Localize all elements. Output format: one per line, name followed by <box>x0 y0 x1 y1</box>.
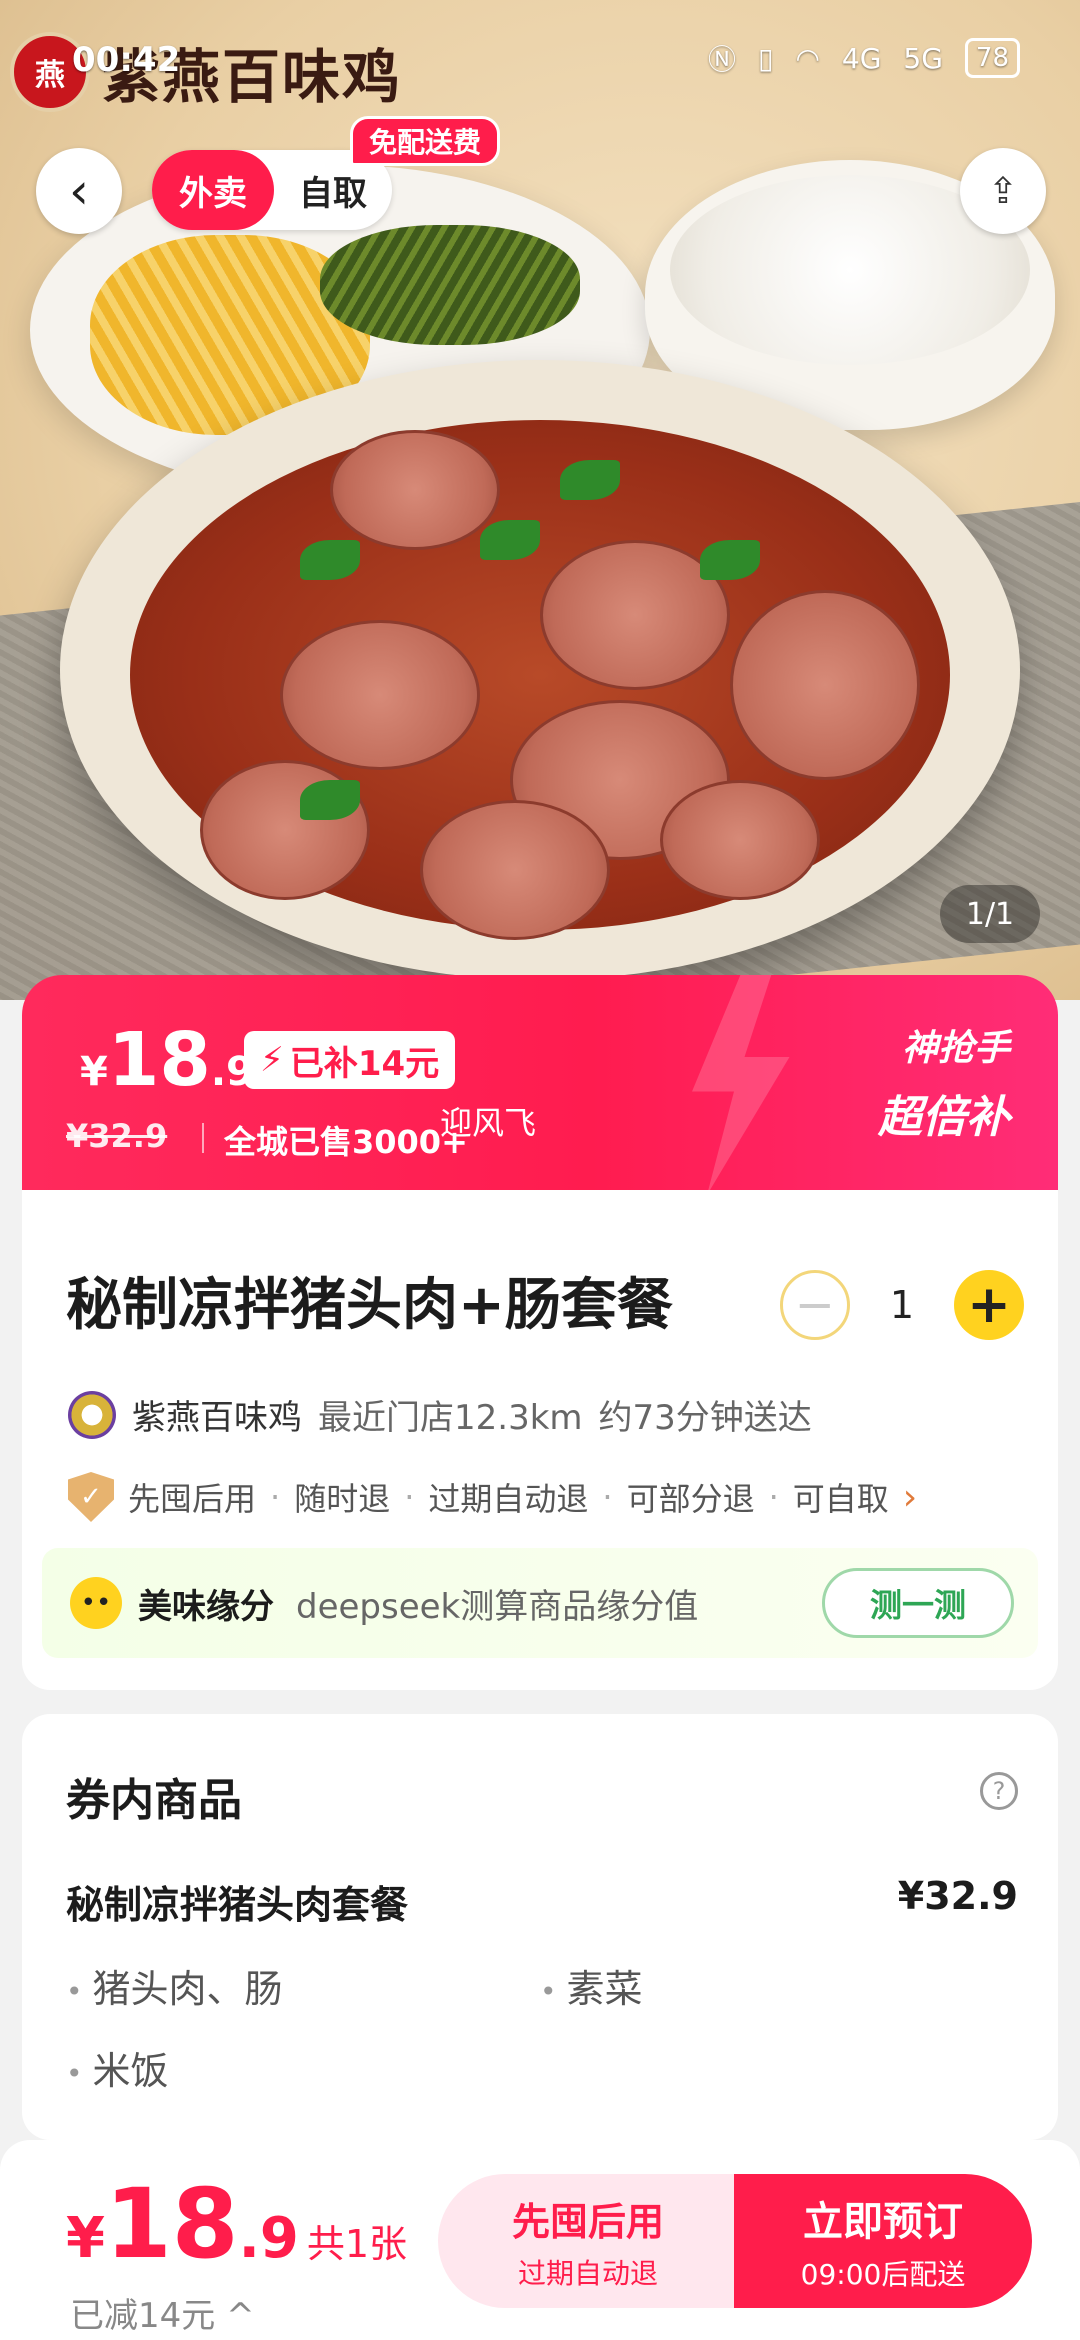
bolt-icon: ⚡ <box>260 1040 284 1080</box>
meat-slice <box>730 590 920 780</box>
dot-separator: · <box>404 1478 415 1516</box>
guarantee-item: 过期自动退 <box>428 1480 589 1518</box>
free-delivery-badge: 免配送费 <box>350 116 501 166</box>
lightning-icon <box>692 975 790 1190</box>
network-4g: 4G <box>841 41 882 75</box>
voucher-count: 共1张 <box>306 2222 407 2266</box>
list-item: 猪头肉、肠 <box>66 1958 283 2013</box>
increase-button[interactable]: + <box>954 1270 1024 1340</box>
nfc-icon: Ⓝ <box>708 43 737 76</box>
user-watermark: 迎风飞 <box>440 1104 537 1142</box>
set-name: 秘制凉拌猪头肉套餐 <box>66 1883 409 1927</box>
bottom-action-bar: ¥ 18 .9 共1张 已减14元 ^ 先囤后用 过期自动退 立即预订 09:0… <box>0 2140 1080 2340</box>
stock-up-button[interactable]: 先囤后用 过期自动退 <box>438 2174 738 2308</box>
total-price: ¥ 18 .9 共1张 <box>66 2168 407 2280</box>
subsidy-badge: ⚡ 已补14元 <box>244 1031 456 1089</box>
product-image[interactable]: 燕 紫燕百味鸡 00:42 Ⓝ ▯ ◠ 4G 5G 78 ‹ 外卖 自取 免配送… <box>0 0 1080 1000</box>
cilantro-leaf <box>300 780 360 820</box>
status-bar: 00:42 Ⓝ ▯ ◠ 4G 5G 78 <box>0 22 1080 102</box>
list-item: 米饭 <box>66 2040 169 2095</box>
original-price: ¥32.9 <box>66 1117 168 1155</box>
deal-price: ¥ 18 .9 <box>80 1017 254 1103</box>
order-now-button[interactable]: 立即预订 09:00后配送 <box>734 2174 1032 2308</box>
help-icon[interactable]: ? <box>980 1772 1018 1810</box>
quantity-value: 1 <box>889 1283 914 1327</box>
tab-pickup[interactable]: 自取 <box>274 166 392 215</box>
status-icons: Ⓝ ▯ ◠ 4G 5G 78 <box>708 38 1020 78</box>
product-info-card: 秘制凉拌猪头肉+肠套餐 − 1 + 紫燕百味鸡 最近门店12.3km 约73分钟… <box>22 1190 1058 1690</box>
promo-tag-line1: 神抢手 <box>901 1028 1010 1069</box>
battery-icon: 78 <box>964 38 1020 78</box>
store-info[interactable]: 紫燕百味鸡 最近门店12.3km 约73分钟送达 <box>68 1390 812 1439</box>
image-pager: 1/1 <box>940 885 1040 943</box>
tab-delivery[interactable]: 外卖 <box>152 150 274 230</box>
fate-banner: •• 美味缘分 deepseek测算商品缘分值 测一测 <box>42 1548 1038 1658</box>
voucher-contents-card: 券内商品 ? 秘制凉拌猪头肉套餐 ¥32.9 猪头肉、肠 素菜 米饭 <box>22 1714 1058 2140</box>
test-button[interactable]: 测一测 <box>822 1568 1014 1638</box>
guarantee-row[interactable]: ✓ 先囤后用 · 随时退 · 过期自动退 · 可部分退 · 可自取 › <box>68 1472 917 1522</box>
guarantee-item: 随时退 <box>294 1480 391 1518</box>
dot-separator: · <box>768 1478 779 1516</box>
chevron-right-icon: › <box>902 1476 918 1518</box>
quantity-stepper: − 1 + <box>779 1270 1024 1340</box>
delivery-eta: 约73分钟送达 <box>598 1398 812 1438</box>
meat-slice <box>420 800 610 940</box>
vibrate-icon: ▯ <box>758 41 774 75</box>
meat-slice <box>330 430 500 550</box>
product-title: 秘制凉拌猪头肉+肠套餐 <box>66 1273 673 1338</box>
guarantee-item: 可部分退 <box>626 1480 755 1518</box>
seaweed-dish <box>320 225 580 345</box>
share-button[interactable]: ⇪ <box>960 148 1046 234</box>
guarantee-item: 先囤后用 <box>128 1480 257 1518</box>
back-button[interactable]: ‹ <box>36 148 122 234</box>
network-5g: 5G <box>903 41 943 75</box>
shield-check-icon: ✓ <box>68 1472 114 1522</box>
dot-separator: · <box>270 1478 281 1516</box>
fate-description: deepseek测算商品缘分值 <box>296 1586 699 1627</box>
guarantee-item: 可自取 <box>792 1480 889 1518</box>
list-item: 素菜 <box>540 1958 643 2013</box>
promo-tag-line2: 超倍补 <box>878 1092 1010 1143</box>
cilantro-leaf <box>560 460 620 500</box>
dot-separator: · <box>602 1478 613 1516</box>
wifi-icon: ◠ <box>795 41 820 75</box>
meat-slice <box>660 780 820 900</box>
sold-count: 全城已售3000+ <box>224 1123 468 1161</box>
section-title: 券内商品 <box>66 1775 242 1826</box>
store-distance: 最近门店12.3km <box>318 1398 583 1438</box>
store-logo-icon <box>68 1390 116 1439</box>
chevron-left-icon: ‹ <box>69 162 89 220</box>
cilantro-leaf <box>700 540 760 580</box>
cilantro-leaf <box>300 540 360 580</box>
price-banner: ¥ 18 .9 ⚡ 已补14元 ¥32.9 全城已售3000+ 神抢手 超倍补 <box>22 975 1058 1190</box>
decrease-button[interactable]: − <box>779 1270 850 1340</box>
meat-slice <box>280 620 480 770</box>
status-time: 00:42 <box>72 40 181 80</box>
cilantro-leaf <box>480 520 540 560</box>
store-name: 紫燕百味鸡 <box>132 1398 302 1438</box>
divider <box>202 1123 204 1153</box>
share-icon: ⇪ <box>987 170 1019 212</box>
fate-title: 美味缘分 <box>138 1586 274 1627</box>
emoji-face-icon: •• <box>70 1577 122 1629</box>
discount-detail-toggle[interactable]: 已减14元 ^ <box>70 2288 255 2337</box>
set-price: ¥32.9 <box>897 1874 1018 1918</box>
